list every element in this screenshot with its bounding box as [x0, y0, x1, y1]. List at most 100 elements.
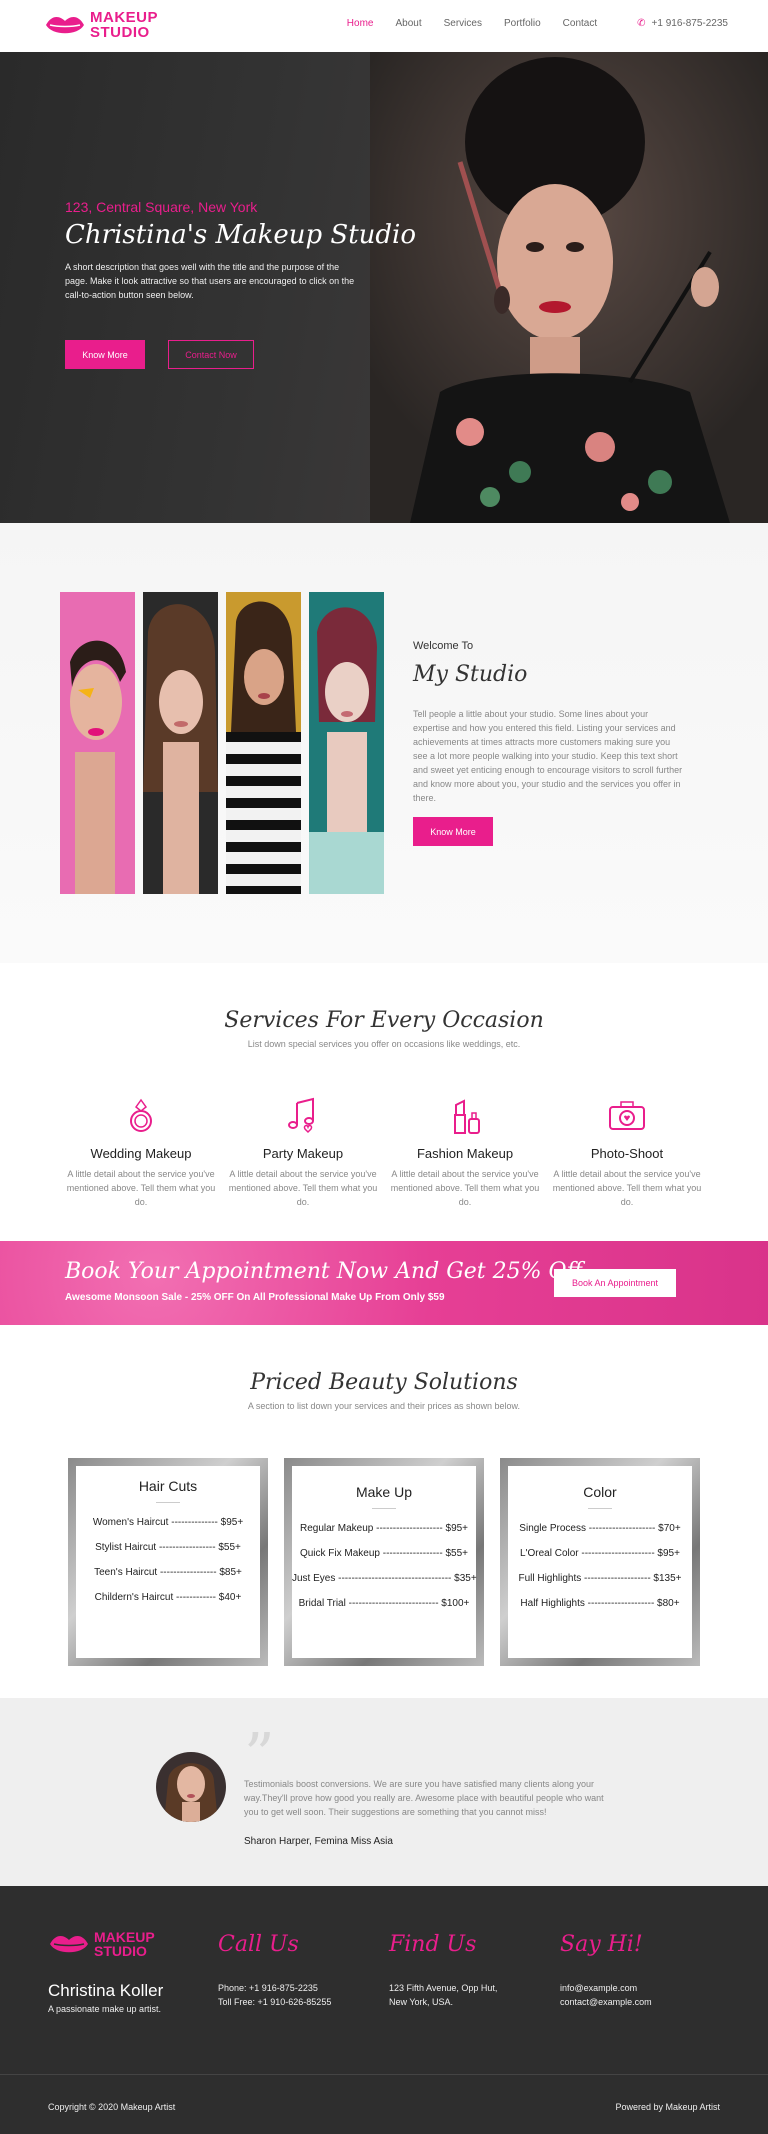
footer-address-1: 123 Fifth Avenue, Opp Hut, — [389, 1983, 498, 1993]
camera-icon — [609, 1101, 645, 1130]
price-card-body: Hair Cuts Women's Haircut --------------… — [76, 1466, 260, 1658]
price-row: L'Oreal Color ---------------------- $95… — [520, 1548, 680, 1559]
main-nav: Home About Services Portfolio Contact ✆ … — [325, 18, 728, 29]
hero-title: Christina's Makeup Studio — [65, 220, 417, 250]
book-appointment-button[interactable]: Book An Appointment — [554, 1269, 676, 1297]
service-wedding: Wedding Makeup A little detail about the… — [66, 1095, 216, 1209]
footer-say-hi: Say Hi! info@example.com contact@example… — [560, 1932, 652, 2009]
footer-call-us: Call Us Phone: +1 916-875-2235 Toll Free… — [218, 1932, 331, 2009]
footer-phone[interactable]: Phone: +1 916-875-2235 — [218, 1981, 331, 1995]
price-row: Women's Haircut -------------- $95+ — [92, 1517, 244, 1528]
logo-text: MAKEUP STUDIO — [90, 10, 158, 40]
footer-email-2[interactable]: contact@example.com — [560, 1995, 652, 2009]
divider — [588, 1508, 612, 1509]
nav-phone[interactable]: ✆ +1 916-875-2235 — [637, 18, 728, 29]
site-header: MAKEUP STUDIO Home About Services Portfo… — [0, 0, 768, 52]
price-card-title: Color — [583, 1484, 617, 1500]
price-row: Single Process -------------------- $70+ — [519, 1523, 681, 1534]
pricing-title: Priced Beauty Solutions — [250, 1370, 518, 1395]
portfolio-strip-1 — [60, 592, 135, 894]
price-row: Teen's Haircut ----------------- $85+ — [94, 1567, 242, 1578]
banner-subtitle: Awesome Monsoon Sale - 25% OFF On All Pr… — [65, 1292, 445, 1303]
price-row: Quick Fix Makeup ------------------ $55+ — [299, 1548, 469, 1559]
footer-divider — [0, 2074, 768, 2075]
testimonial-avatar — [156, 1752, 226, 1822]
service-name: Wedding Makeup — [90, 1146, 192, 1161]
footer-say-title: Say Hi! — [560, 1932, 643, 1957]
site-logo[interactable]: MAKEUP STUDIO — [44, 10, 158, 40]
price-card-makeup: Make Up Regular Makeup -----------------… — [284, 1458, 484, 1666]
phone-icon: ✆ — [637, 18, 646, 29]
footer-logo-text: MAKEUP STUDIO — [94, 1930, 155, 1958]
service-party: Party Makeup A little detail about the s… — [228, 1095, 378, 1209]
portfolio-strip-2 — [143, 592, 218, 894]
nav-contact[interactable]: Contact — [563, 18, 597, 29]
logo-line-1: MAKEUP — [90, 9, 159, 26]
studio-title: My Studio — [413, 662, 528, 687]
footer-email-1[interactable]: info@example.com — [560, 1981, 652, 1995]
price-card-body: Color Single Process -------------------… — [508, 1466, 692, 1658]
footer-powered-by: Powered by Makeup Artist — [615, 2102, 720, 2112]
footer-say-lines: info@example.com contact@example.com — [560, 1981, 652, 2009]
logo-line-1: MAKEUP — [94, 1929, 155, 1945]
service-name: Photo-Shoot — [590, 1146, 664, 1161]
hero-photo — [370, 52, 768, 523]
service-name: Fashion Makeup — [416, 1146, 514, 1161]
services-subtitle: List down special services you offer on … — [247, 1039, 521, 1049]
pricing-section: Priced Beauty Solutions A section to lis… — [0, 1325, 768, 1698]
logo-line-2: STUDIO — [94, 1943, 147, 1959]
nav-services[interactable]: Services — [444, 18, 482, 29]
nav-about[interactable]: About — [395, 18, 421, 29]
footer-tagline: A passionate make up artist. — [48, 2004, 162, 2014]
service-fashion: Fashion Makeup A little detail about the… — [390, 1095, 540, 1209]
ring-icon — [130, 1098, 152, 1132]
price-card-body: Make Up Regular Makeup -----------------… — [292, 1466, 477, 1658]
divider — [156, 1502, 180, 1503]
pricing-subtitle: A section to list down your services and… — [247, 1401, 521, 1411]
studio-text: Tell people a little about your studio. … — [413, 709, 683, 803]
lips-icon — [50, 1935, 88, 1953]
hero-contact-now-button[interactable]: Contact Now — [168, 340, 254, 369]
footer-logo[interactable]: MAKEUP STUDIO — [48, 1930, 155, 1958]
service-desc: A little detail about the service you've… — [552, 1169, 702, 1207]
footer-call-title: Call Us — [218, 1932, 299, 1957]
price-row: Half Highlights -------------------- $80… — [520, 1598, 680, 1609]
studio-welcome: Welcome To — [413, 640, 474, 652]
footer-name: Christina Koller — [48, 1981, 164, 2000]
price-row: Regular Makeup -------------------- $95+ — [299, 1523, 469, 1534]
price-row: Childern's Haircut ------------ $40+ — [94, 1592, 242, 1603]
lips-icon — [46, 16, 84, 34]
hero-location: 123, Central Square, New York — [65, 199, 258, 215]
footer-find-lines: 123 Fifth Avenue, Opp Hut, New York, USA… — [389, 1981, 497, 2009]
phone-number: +1 916-875-2235 — [651, 18, 728, 29]
testimonial-section: ” Testimonials boost conversions. We are… — [0, 1698, 768, 1886]
footer-copyright: Copyright © 2020 Makeup Artist — [48, 2102, 176, 2112]
portfolio-strip-3 — [226, 592, 301, 894]
price-row: Just Eyes ------------------------------… — [292, 1573, 477, 1584]
hero-description: A short description that goes well with … — [65, 262, 355, 300]
price-card-haircuts: Hair Cuts Women's Haircut --------------… — [68, 1458, 268, 1666]
logo-line-2: STUDIO — [90, 24, 150, 41]
hero-section: 123, Central Square, New York Christina'… — [0, 52, 768, 523]
service-desc: A little detail about the service you've… — [228, 1169, 378, 1207]
music-icon — [288, 1097, 314, 1134]
service-name: Party Makeup — [262, 1146, 344, 1161]
price-row: Bridal Trial ---------------------------… — [298, 1598, 470, 1609]
price-card-color: Color Single Process -------------------… — [500, 1458, 700, 1666]
price-card-title: Make Up — [355, 1484, 413, 1500]
services-section: Services For Every Occasion List down sp… — [0, 963, 768, 1241]
nav-home[interactable]: Home — [347, 18, 374, 29]
service-desc: A little detail about the service you've… — [66, 1169, 216, 1207]
nav-portfolio[interactable]: Portfolio — [504, 18, 541, 29]
services-title: Services For Every Occasion — [224, 1008, 544, 1033]
studio-know-more-button[interactable]: Know More — [413, 817, 493, 846]
portfolio-strip-4 — [309, 592, 384, 894]
divider — [372, 1508, 396, 1509]
footer-toll-free[interactable]: Toll Free: +1 910-626-85255 — [218, 1995, 331, 2009]
footer-find-title: Find Us — [389, 1932, 477, 1957]
hero-know-more-button[interactable]: Know More — [65, 340, 145, 369]
banner-title: Book Your Appointment Now And Get 25% Of… — [65, 1259, 583, 1284]
studio-section: Welcome To My Studio Tell people a littl… — [0, 523, 768, 963]
footer-address-2: New York, USA. — [389, 1997, 454, 2007]
testimonial-author: Sharon Harper, Femina Miss Asia — [244, 1836, 393, 1847]
